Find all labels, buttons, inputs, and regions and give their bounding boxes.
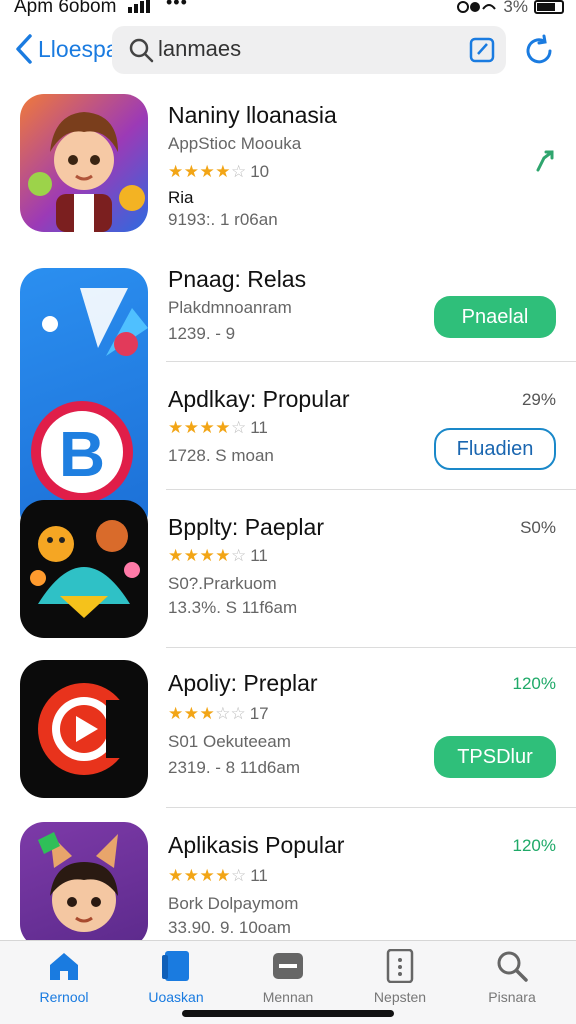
list-item[interactable]: Apoliy: Preplar ★★★☆☆ 17 S01 Oekuteeam 23… (0, 648, 576, 808)
app-subtitle: Bork Dolpaymom (168, 894, 299, 913)
tab-label: Nepsten (373, 989, 427, 1005)
app-subtitle: Plakdmnoanram (168, 298, 292, 317)
home-icon (50, 953, 78, 980)
battery-percent: 3% (503, 0, 528, 16)
rating-stars: ★★★☆☆ 17 (168, 704, 269, 723)
app-meta: 1239. - 9 (168, 324, 236, 343)
tab-games[interactable]: Mennan (238, 949, 338, 1005)
list-item[interactable]: Pnaag: Relas Plakdmnoanram 1239. - 9 Pna… (0, 246, 576, 362)
status-dots: ••• (166, 0, 188, 12)
app-title: Aplikasis Popular (168, 832, 345, 858)
status-time: Apm 6obom (14, 0, 117, 17)
app-title: Bpplty: Paeplar (168, 514, 324, 540)
share-icon[interactable] (532, 148, 558, 174)
apps-icon (162, 951, 189, 981)
app-percent: S0% (520, 518, 556, 537)
edit-icon[interactable] (468, 36, 496, 64)
rating-stars: ★★★★☆ 11 (168, 866, 268, 885)
search-icon (497, 951, 528, 982)
tab-apps[interactable]: Uoaskan (126, 949, 226, 1005)
search-field[interactable]: lanmaes (112, 26, 506, 74)
back-label: Lloespa (38, 35, 119, 62)
rating-count: 11 (250, 418, 268, 437)
home-indicator (182, 1010, 394, 1017)
list-item[interactable]: Bpplty: Paeplar ★★★★☆ 11 S0?.Prarkuom 13.… (0, 490, 576, 648)
get-button[interactable]: TPSDlur (434, 736, 556, 778)
update-button[interactable]: Fluadien (434, 428, 556, 470)
game-logo-icon (30, 520, 140, 618)
rating-stars: ★★★★☆ 10 (168, 162, 270, 181)
app-meta: 2319. - 8 11d6am (168, 758, 300, 777)
tab-today[interactable]: Rernool (14, 949, 114, 1005)
rating-stars: ★★★★☆ 11 (168, 546, 268, 565)
chevron-left-icon (16, 34, 32, 64)
app-title: Pnaag: Relas (168, 266, 307, 292)
games-icon (273, 953, 303, 979)
list-item[interactable]: Apdlkay: Propular ★★★★☆ 11 1728. S moan 2… (0, 362, 576, 490)
app-title: Naniny lloanasia (168, 102, 337, 128)
tab-label: Uoaskan (148, 989, 204, 1005)
app-icon (20, 94, 148, 232)
app-meta: 1728. S moan (168, 446, 274, 465)
rating-stars: ★★★★☆ 11 (168, 418, 268, 437)
signal-icon (128, 0, 150, 13)
tab-search[interactable]: Pisnara (462, 949, 562, 1005)
app-icon (20, 500, 148, 638)
search-input[interactable]: lanmaes (158, 36, 241, 62)
tab-label: Pisnara (488, 989, 536, 1005)
app-title: Apoliy: Preplar (168, 670, 318, 696)
rating-count: 17 (249, 704, 269, 723)
status-bar: Apm 6obom ••• 3% (0, 0, 576, 20)
back-button[interactable]: Lloespa (12, 32, 119, 66)
get-button[interactable]: Pnaelal (434, 296, 556, 338)
tab-label: Rernool (39, 989, 89, 1005)
app-subtitle: AppStioc Moouka (168, 134, 302, 153)
app-meta: 9193:. 1 r06an (168, 210, 278, 229)
app-extra: Ria (168, 188, 194, 207)
search-icon (129, 38, 154, 63)
app-subtitle: S0?.Prarkuom (168, 574, 277, 593)
nav-bar: Lloespa lanmaes (0, 24, 576, 78)
battery-icon (534, 0, 564, 14)
play-logo-icon (38, 683, 140, 775)
app-percent: 29% (521, 390, 556, 409)
tab-updates[interactable]: Nepsten (350, 949, 450, 1005)
connectivity-icon (457, 1, 497, 13)
updates-icon (386, 949, 414, 983)
tab-label: Mennan (262, 989, 314, 1005)
app-icon (20, 660, 148, 798)
rating-count: 11 (250, 546, 268, 565)
app-meta: 33.90. 9. 10oam (168, 918, 291, 937)
app-percent: 120% (512, 836, 556, 855)
character-icon (38, 832, 118, 932)
app-title: Apdlkay: Propular (168, 386, 350, 412)
refresh-icon[interactable] (522, 34, 556, 68)
app-meta: 13.3%. S 11f6am (168, 598, 298, 617)
rating-count: 10 (250, 162, 270, 181)
app-icon (20, 822, 148, 948)
list-item[interactable]: Aplikasis Popular ★★★★☆ 11 Bork Dolpaymom… (0, 808, 576, 948)
character-icon (28, 112, 145, 232)
app-subtitle: S01 Oekuteeam (168, 732, 291, 751)
list-item[interactable]: Naniny lloanasia AppStioc Moouka ★★★★☆ 10… (0, 84, 576, 246)
app-percent: 120% (512, 674, 556, 693)
rating-count: 11 (250, 866, 268, 885)
